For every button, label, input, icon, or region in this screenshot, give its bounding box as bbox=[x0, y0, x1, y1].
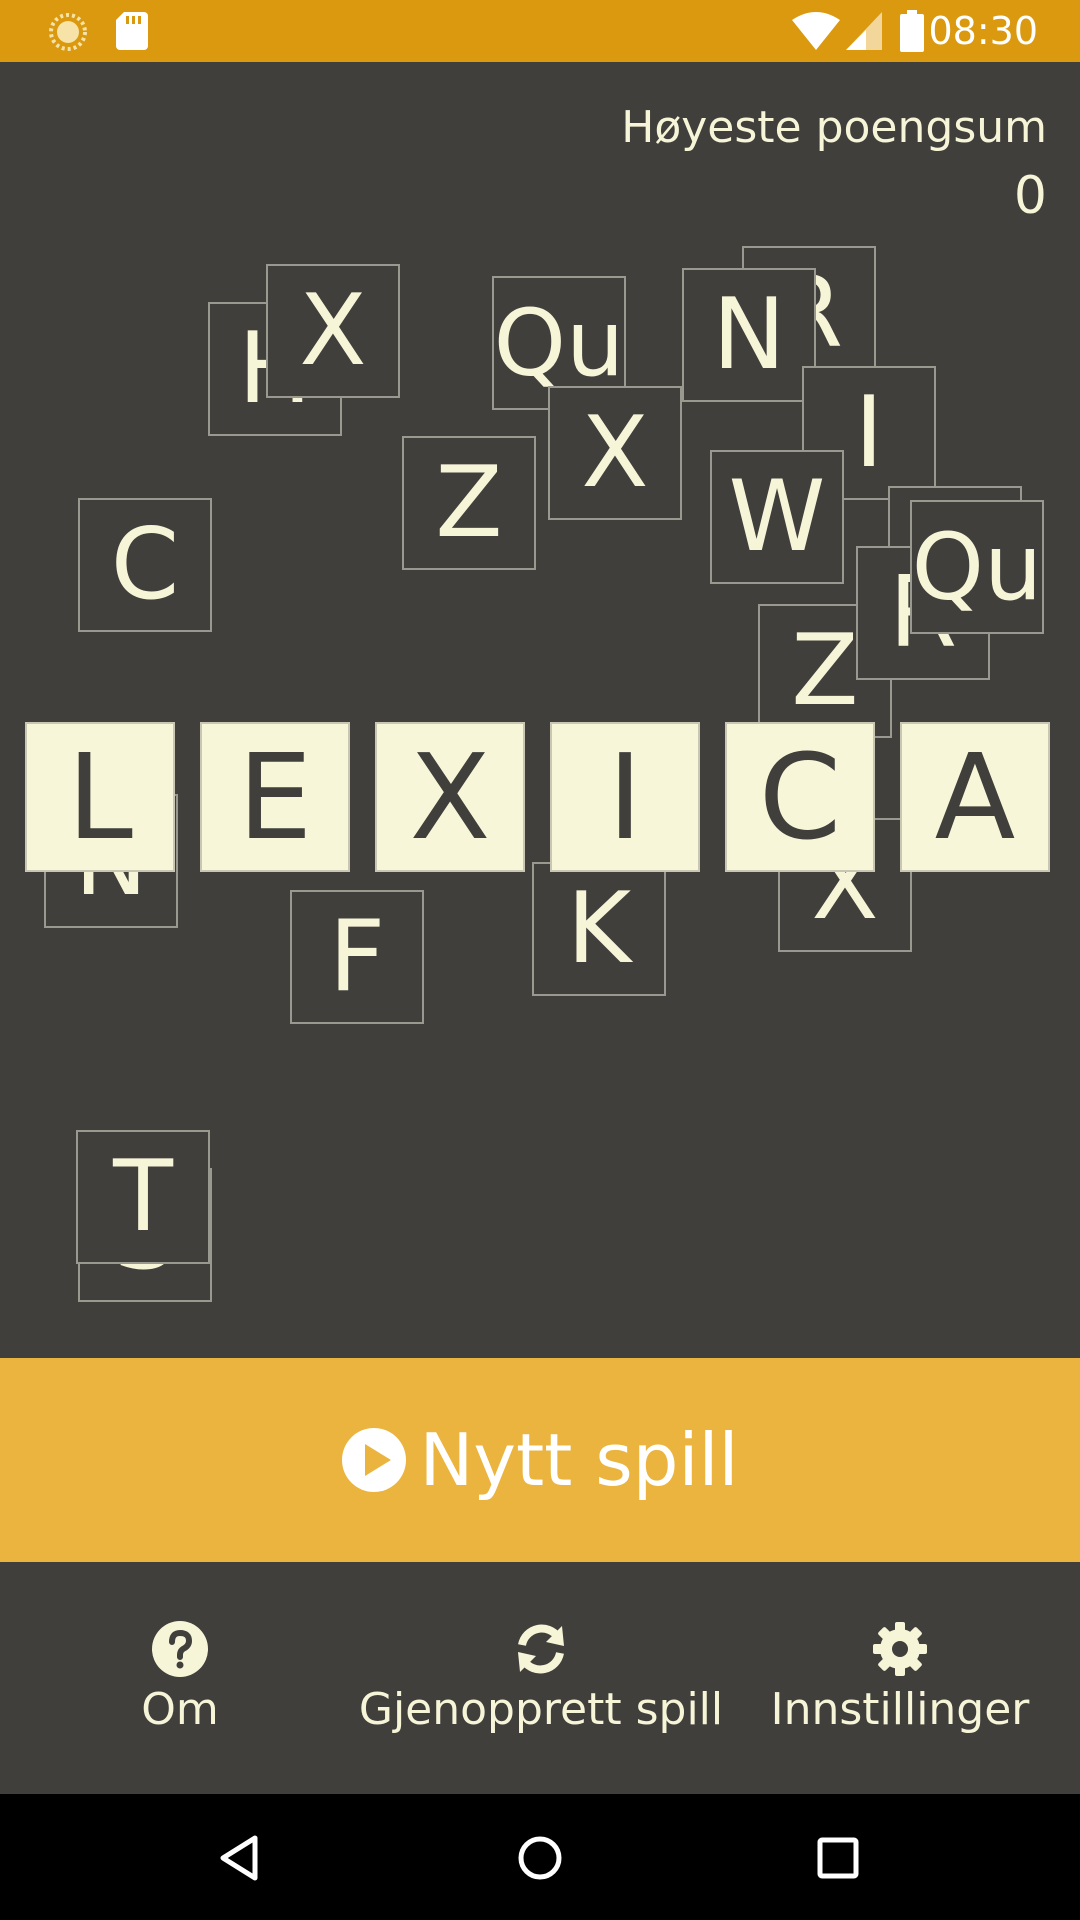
letter-tile: W bbox=[710, 450, 844, 584]
refresh-icon bbox=[518, 1624, 564, 1674]
back-icon[interactable] bbox=[213, 1830, 269, 1886]
new-game-label: Nytt spill bbox=[419, 1418, 739, 1502]
about-label: Om bbox=[141, 1684, 219, 1735]
loading-icon bbox=[49, 13, 87, 51]
about-button[interactable]: Om bbox=[140, 1620, 220, 1735]
title-tile-i: I bbox=[550, 722, 700, 872]
sd-card-icon bbox=[116, 12, 148, 50]
settings-label: Innstillinger bbox=[770, 1684, 1030, 1735]
letter-tile: N bbox=[682, 268, 816, 402]
status-time: 08:30 bbox=[928, 9, 1038, 53]
letter-tile: K bbox=[532, 862, 666, 996]
title-tile-e: E bbox=[200, 722, 350, 872]
home-icon[interactable] bbox=[512, 1830, 568, 1886]
navigation-bar bbox=[0, 1794, 1080, 1920]
play-circle-icon bbox=[342, 1428, 407, 1492]
letter-tile: Qu bbox=[910, 500, 1044, 634]
title-tile-l: L bbox=[25, 722, 175, 872]
letter-tile: C bbox=[78, 498, 212, 632]
recents-icon[interactable] bbox=[810, 1830, 866, 1886]
letter-tile: Z bbox=[402, 436, 536, 570]
high-score-label: Høyeste poengsum bbox=[621, 102, 1047, 153]
game-board: Høyeste poengsum 0 H X Qu R N Z X I C W … bbox=[0, 62, 1080, 1358]
letter-tile: X bbox=[266, 264, 400, 398]
title-tile-x: X bbox=[375, 722, 525, 872]
battery-icon bbox=[900, 10, 924, 52]
restore-game-label: Gjenopprett spill bbox=[358, 1684, 724, 1735]
restore-game-button[interactable]: Gjenopprett spill bbox=[359, 1620, 723, 1735]
gear-icon bbox=[873, 1622, 927, 1676]
title-tile-a: A bbox=[900, 722, 1050, 872]
letter-tile: X bbox=[548, 386, 682, 520]
high-score-value: 0 bbox=[1013, 166, 1047, 226]
status-bar: 08:30 bbox=[0, 0, 1080, 62]
help-circle-icon bbox=[152, 1621, 208, 1677]
wifi-icon bbox=[792, 12, 840, 50]
title-tile-c: C bbox=[725, 722, 875, 872]
options-bar: Om Gjenopprett spill Innstillinger bbox=[0, 1562, 1080, 1794]
signal-icon bbox=[846, 12, 882, 50]
letter-tile: F bbox=[290, 890, 424, 1024]
settings-button[interactable]: Innstillinger bbox=[770, 1620, 1030, 1735]
letter-tile: T bbox=[76, 1130, 210, 1264]
new-game-button[interactable]: Nytt spill bbox=[0, 1358, 1080, 1562]
